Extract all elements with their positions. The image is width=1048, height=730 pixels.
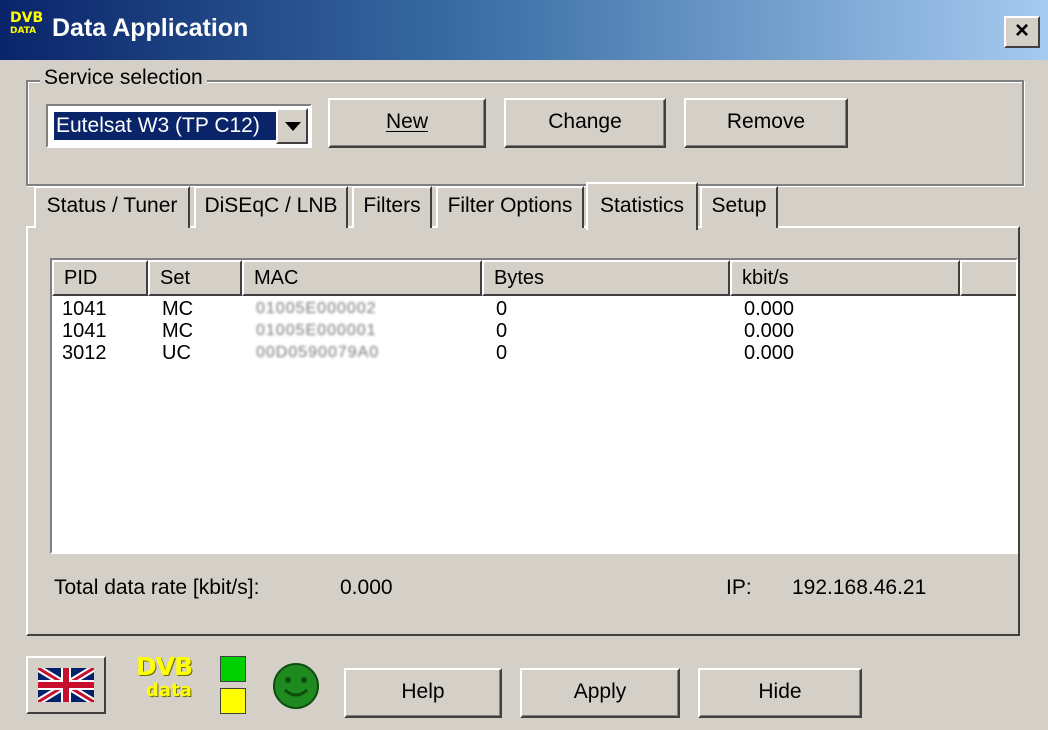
app-logo-icon: DVB DATA xyxy=(10,10,52,46)
dvb-data-logo-icon: DVB data xyxy=(136,652,200,712)
apply-button-label: Apply xyxy=(573,680,627,703)
hide-button[interactable]: Hide xyxy=(698,668,862,718)
apply-button[interactable]: Apply xyxy=(520,668,680,718)
cell-mac: 01005E000001 xyxy=(256,322,377,339)
dvb-logo-line1: DVB xyxy=(136,652,193,681)
change-button[interactable]: Change xyxy=(504,98,666,148)
remove-button[interactable]: Remove xyxy=(684,98,848,148)
tab-label: Filters xyxy=(363,194,421,217)
tab-filters[interactable]: Filters xyxy=(352,186,432,228)
tab-statistics[interactable]: Statistics xyxy=(586,182,698,230)
column-header-pid[interactable]: PID xyxy=(52,260,148,296)
status-led-yellow xyxy=(220,688,246,714)
service-dropdown-value: Eutelsat W3 (TP C12) xyxy=(53,111,279,141)
app-logo-bottom: DATA xyxy=(10,26,37,36)
column-header-empty[interactable] xyxy=(960,260,1016,296)
tab-diseqc-lnb[interactable]: DiSEqC / LNB xyxy=(194,186,348,228)
tab-status-tuner[interactable]: Status / Tuner xyxy=(34,186,190,228)
table-row[interactable]: 1041 MC 01005E000002 0 0.000 xyxy=(52,298,1012,320)
tab-label: Status / Tuner xyxy=(46,194,178,217)
column-header-bytes[interactable]: Bytes xyxy=(482,260,730,296)
cell-bytes: 0 xyxy=(496,298,508,320)
table-header: PID Set MAC Bytes kbit/s xyxy=(52,260,1016,296)
cell-pid: 1041 xyxy=(62,298,107,320)
dvb-logo-line2: data xyxy=(146,680,192,701)
table-row[interactable]: 3012 UC 00D0590079A0 0 0.000 xyxy=(52,342,1012,364)
cell-set: MC xyxy=(162,320,194,342)
cell-bytes: 0 xyxy=(496,320,508,342)
column-header-set[interactable]: Set xyxy=(148,260,242,296)
new-button-label: New xyxy=(385,110,428,133)
ip-value: 192.168.46.21 xyxy=(792,576,927,599)
service-dropdown[interactable]: Eutelsat W3 (TP C12) xyxy=(46,104,312,148)
column-header-mac[interactable]: MAC xyxy=(242,260,482,296)
tab-setup[interactable]: Setup xyxy=(700,186,778,228)
remove-button-label: Remove xyxy=(726,110,806,133)
statistics-table[interactable]: PID Set MAC Bytes kbit/s 1041 MC 01005E0… xyxy=(50,258,1018,554)
hide-button-label: Hide xyxy=(758,680,802,703)
total-data-rate-label: Total data rate [kbit/s]: xyxy=(54,576,260,599)
tab-label: DiSEqC / LNB xyxy=(204,194,338,217)
tab-filter-options[interactable]: Filter Options xyxy=(436,186,584,228)
cell-mac: 00D0590079A0 xyxy=(256,344,380,361)
app-logo-top: DVB xyxy=(10,10,44,26)
cell-set: UC xyxy=(162,342,191,364)
close-icon: × xyxy=(1014,17,1029,44)
cell-pid: 1041 xyxy=(62,320,107,342)
language-button[interactable] xyxy=(26,656,106,714)
cell-set: MC xyxy=(162,298,194,320)
help-button-label: Help xyxy=(401,680,445,703)
change-button-label: Change xyxy=(548,110,622,133)
close-button[interactable]: × xyxy=(1004,16,1040,48)
cell-mac: 01005E000002 xyxy=(256,300,377,317)
cell-pid: 3012 xyxy=(62,342,107,364)
tab-label: Statistics xyxy=(599,194,685,217)
cell-kbits: 0.000 xyxy=(744,342,795,364)
tab-label: Setup xyxy=(711,194,767,217)
new-button[interactable]: New xyxy=(328,98,486,148)
data-application-window: DVB DATA Data Application × Service sele… xyxy=(0,0,1048,730)
column-header-kbits[interactable]: kbit/s xyxy=(730,260,960,296)
help-button[interactable]: Help xyxy=(344,668,502,718)
cell-kbits: 0.000 xyxy=(744,298,795,320)
cell-bytes: 0 xyxy=(496,342,508,364)
table-row[interactable]: 1041 MC 01005E000001 0 0.000 xyxy=(52,320,1012,342)
uk-flag-icon xyxy=(38,668,94,702)
tab-label: Filter Options xyxy=(447,194,573,217)
ip-label: IP: xyxy=(726,576,752,599)
title-bar[interactable]: DVB DATA Data Application × xyxy=(0,0,1048,60)
total-data-rate-value: 0.000 xyxy=(340,576,393,599)
chevron-down-icon[interactable] xyxy=(276,108,308,144)
status-led-green xyxy=(220,656,246,682)
service-selection-label: Service selection xyxy=(40,66,207,90)
cell-kbits: 0.000 xyxy=(744,320,795,342)
window-title: Data Application xyxy=(52,14,249,42)
smiley-icon xyxy=(273,663,319,709)
